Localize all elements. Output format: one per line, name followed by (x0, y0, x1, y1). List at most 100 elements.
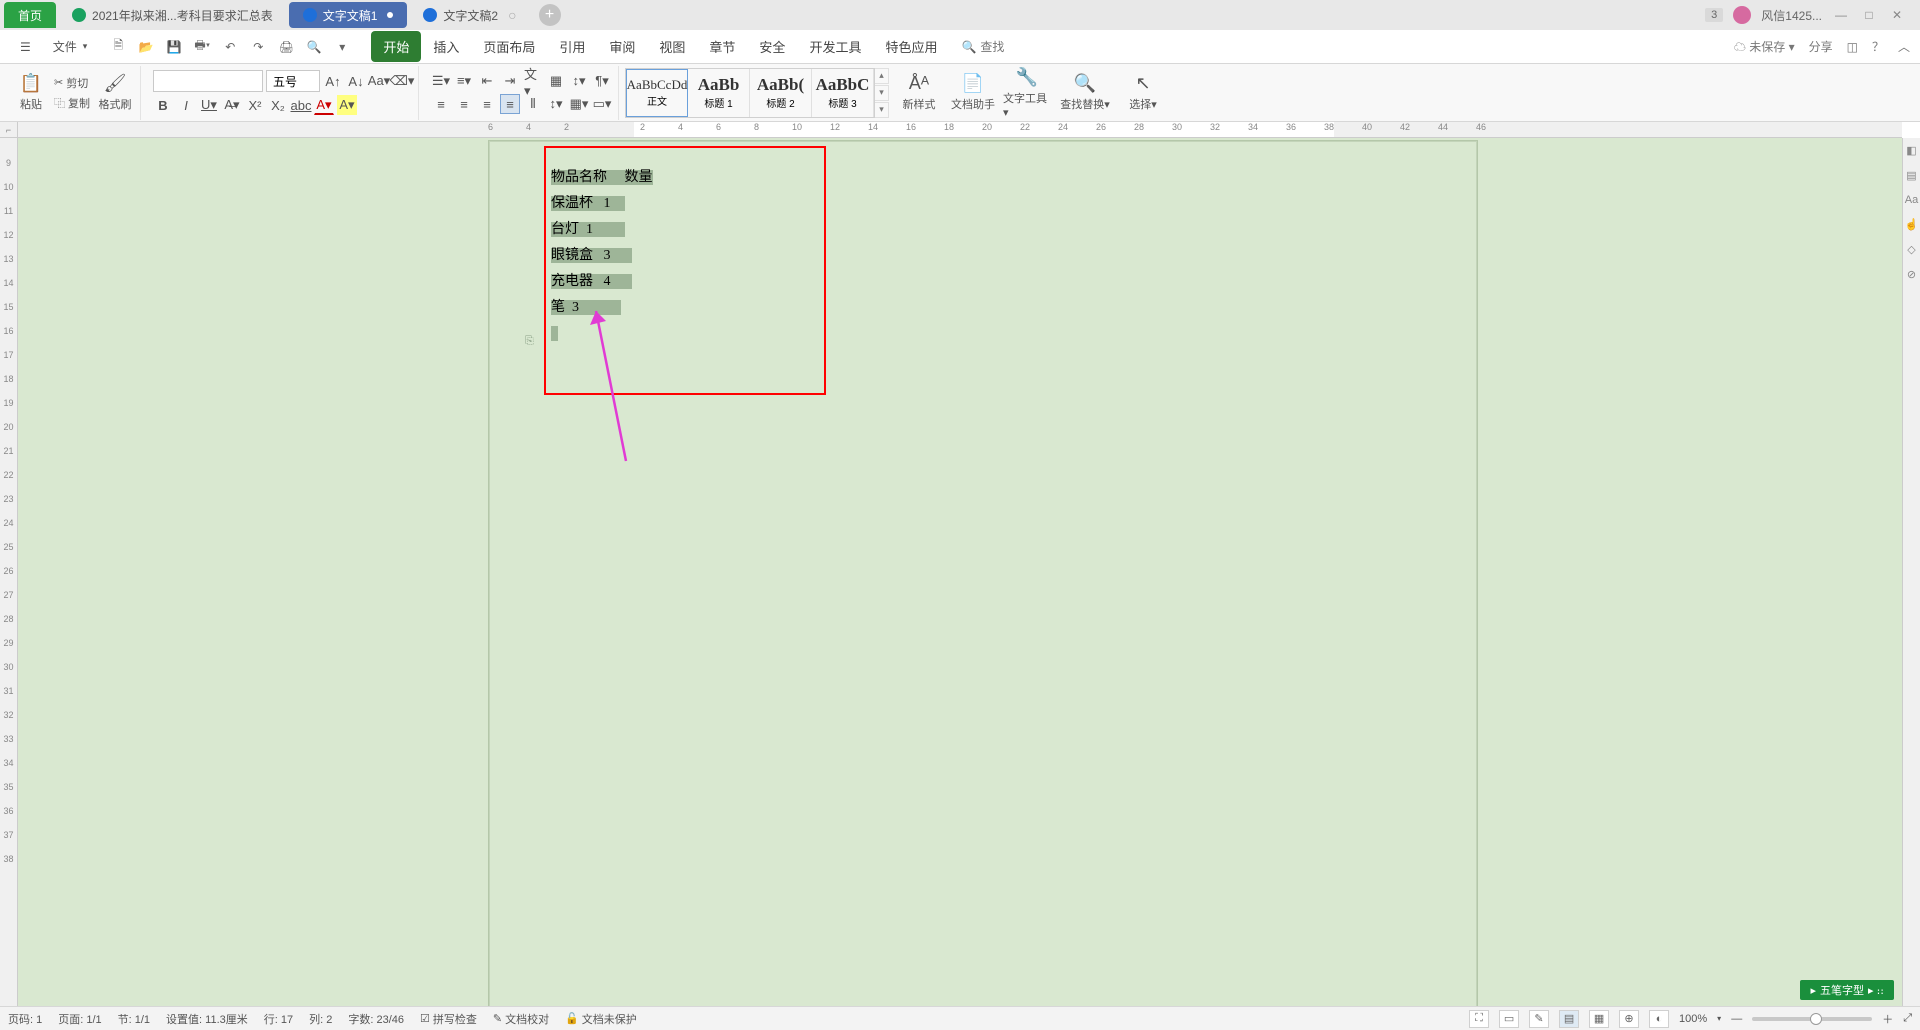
status-protect[interactable]: 🔓 文档未保护 (565, 1011, 637, 1027)
style-expand-icon[interactable]: ▾ (875, 102, 889, 118)
clear-format-icon[interactable]: ⌫▾ (392, 71, 412, 91)
format-painter-button[interactable]: 🖌格式刷 (96, 66, 134, 120)
tab-section[interactable]: 章节 (697, 31, 747, 62)
view-outline-icon[interactable]: ▦ (1589, 1010, 1609, 1028)
ime-badge[interactable]: ▸ 五笔字型 ▸ ։։ (1800, 980, 1894, 1000)
zoom-out-icon[interactable]: ― (1731, 1013, 1742, 1025)
style-h1[interactable]: AaBb标题 1 (688, 69, 750, 117)
maximize-icon[interactable]: □ (1860, 8, 1878, 22)
file-menu[interactable]: 文件▾ (43, 34, 98, 59)
status-proof[interactable]: ✎ 文档校对 (493, 1011, 549, 1027)
bullets-icon[interactable]: ☰▾ (431, 71, 451, 91)
align-left-icon[interactable]: ≡ (431, 94, 451, 114)
text-direction-icon[interactable]: 文▾ (523, 71, 543, 91)
menu-hamburger[interactable]: ☰ (10, 36, 41, 58)
status-spellcheck[interactable]: ☑ 拼写检查 (420, 1011, 477, 1027)
view-page-icon[interactable]: ▤ (1559, 1010, 1579, 1028)
doc-helper-button[interactable]: 📄文档助手 (949, 66, 997, 120)
view-web-icon[interactable]: ⊕ (1619, 1010, 1639, 1028)
status-section[interactable]: 节: 1/1 (118, 1011, 150, 1027)
font-color-icon[interactable]: A▾ (314, 95, 334, 115)
sidebar-limit-icon[interactable]: ⊘ (1907, 268, 1916, 281)
tab-home[interactable]: 首页 (4, 2, 56, 28)
collapse-ribbon-icon[interactable]: ︿ (1898, 38, 1910, 55)
text-tools-button[interactable]: 🔧文字工具▾ (1003, 66, 1051, 120)
sort-icon[interactable]: ↕▾ (569, 71, 589, 91)
style-h2[interactable]: AaBb(标题 2 (750, 69, 812, 117)
select-button[interactable]: ↖选择▾ (1119, 66, 1167, 120)
cut-button[interactable]: ✂剪切 (54, 75, 90, 91)
print-icon[interactable]: 🖨 (277, 38, 295, 56)
bold-button[interactable]: B (153, 95, 173, 115)
font-size-combo[interactable]: 五号 (266, 70, 320, 92)
decrease-indent-icon[interactable]: ⇤ (477, 71, 497, 91)
document-area[interactable]: 物品名称 数量 保温杯 1 台灯 1 眼镜盒 3 充电器 4 笔 3 ⎘ (18, 138, 1902, 1006)
sidebar-nav-icon[interactable]: ▤ (1906, 169, 1916, 182)
status-words[interactable]: 字数: 23/46 (348, 1011, 404, 1027)
style-down-icon[interactable]: ▾ (875, 85, 889, 101)
sidebar-select-icon[interactable]: ☝ (1905, 218, 1919, 231)
underline-button[interactable]: U▾ (199, 95, 219, 115)
qat-more-icon[interactable]: ▾ (333, 38, 351, 56)
tab-page-layout[interactable]: 页面布局 (471, 31, 547, 62)
italic-button[interactable]: I (176, 95, 196, 115)
new-style-button[interactable]: Åᴬ新样式 (895, 66, 943, 120)
status-col[interactable]: 列: 2 (309, 1011, 332, 1027)
window-close-icon[interactable]: ✕ (1888, 8, 1906, 22)
show-marks-icon[interactable]: ¶▾ (592, 71, 612, 91)
user-avatar-icon[interactable] (1733, 6, 1751, 24)
tab-developer[interactable]: 开发工具 (797, 31, 873, 62)
save-icon[interactable]: 💾 (165, 38, 183, 56)
style-h3[interactable]: AaBbC标题 3 (812, 69, 874, 117)
share-button[interactable]: 分享 (1809, 38, 1833, 55)
increase-indent-icon[interactable]: ⇥ (500, 71, 520, 91)
tab-special[interactable]: 特色应用 (873, 31, 949, 62)
search-box[interactable]: 🔍 (961, 40, 1040, 54)
notification-badge[interactable]: 3 (1705, 8, 1723, 22)
help-icon[interactable]: ？ (1872, 38, 1884, 55)
line-spacing-icon[interactable]: ↕▾ (546, 94, 566, 114)
status-row[interactable]: 行: 17 (264, 1011, 293, 1027)
user-name[interactable]: 风信1425... (1761, 7, 1822, 24)
phonetic-icon[interactable]: abc (291, 95, 311, 115)
align-distribute-icon[interactable]: ▦ (546, 71, 566, 91)
minimize-icon[interactable]: ― (1832, 8, 1850, 22)
superscript-button[interactable]: X² (245, 95, 265, 115)
increase-font-icon[interactable]: A↑ (323, 71, 343, 91)
align-center-icon[interactable]: ≡ (454, 94, 474, 114)
search-input[interactable] (980, 40, 1040, 54)
print-dropdown-icon[interactable]: 🖶▾ (193, 38, 211, 56)
strike-button[interactable]: A̶▾ (222, 95, 242, 115)
style-normal[interactable]: AaBbCcDd正文 (626, 69, 688, 117)
fullscreen-icon[interactable]: ⛶ (1469, 1010, 1489, 1028)
view-edit-icon[interactable]: ✎ (1529, 1010, 1549, 1028)
view-focus-icon[interactable]: ◐ (1649, 1010, 1669, 1028)
decrease-font-icon[interactable]: A↓ (346, 71, 366, 91)
style-up-icon[interactable]: ▴ (875, 68, 889, 84)
cloud-unsaved[interactable]: ☁ 未保存 ▾ (1734, 38, 1795, 55)
tab-view[interactable]: 视图 (647, 31, 697, 62)
undo-icon[interactable]: ↶ (221, 38, 239, 56)
tab-file-1[interactable]: 2021年拟来湘...考科目要求汇总表 (58, 2, 287, 28)
shading-icon[interactable]: ▦▾ (569, 94, 589, 114)
redo-icon[interactable]: ↷ (249, 38, 267, 56)
ruler-horizontal[interactable]: 6422468101214161820222426283032343638404… (18, 122, 1902, 138)
open-icon[interactable]: 📂 (137, 38, 155, 56)
distributed-icon[interactable]: ⫴ (523, 94, 543, 114)
borders-icon[interactable]: ▭▾ (592, 94, 612, 114)
find-replace-button[interactable]: 🔍查找替换▾ (1057, 66, 1113, 120)
status-page-no[interactable]: 页码: 1 (8, 1011, 42, 1027)
paste-button[interactable]: 📋粘贴 (14, 66, 48, 120)
ruler-vertical[interactable]: 9101112131415161718192021222324252627282… (0, 138, 18, 1006)
print-preview-icon[interactable]: 🔍 (305, 38, 323, 56)
tab-insert[interactable]: 插入 (421, 31, 471, 62)
subscript-button[interactable]: X₂ (268, 95, 288, 115)
align-justify-icon[interactable]: ≡ (500, 94, 520, 114)
zoom-thumb[interactable] (1810, 1013, 1822, 1025)
zoom-value[interactable]: 100% (1679, 1013, 1707, 1025)
fit-page-icon[interactable]: ⤢ (1903, 1012, 1912, 1025)
zoom-slider[interactable] (1752, 1017, 1872, 1021)
copy-button[interactable]: ⿻复制 (54, 95, 90, 111)
sidebar-collapse-icon[interactable]: ◧ (1906, 144, 1916, 157)
new-doc-icon[interactable]: 🗎 (109, 38, 127, 56)
